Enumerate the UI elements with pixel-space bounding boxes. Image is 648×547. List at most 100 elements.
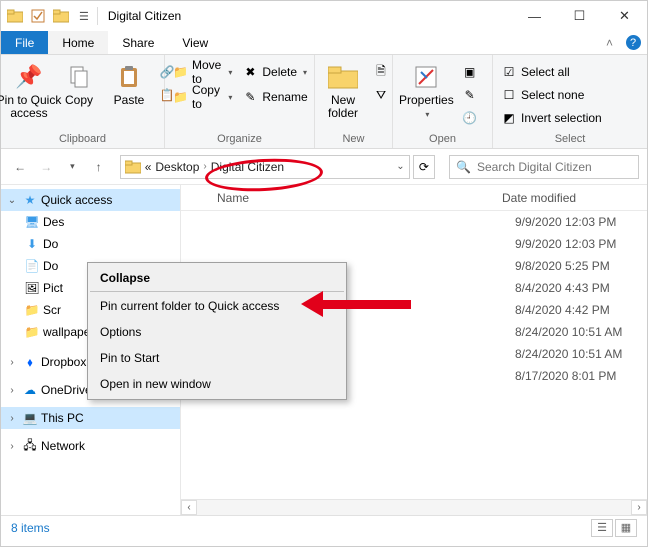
select-all-icon: ☑ [501,64,517,80]
properties-button[interactable]: Properties▾ [399,59,454,121]
tab-share[interactable]: Share [108,31,168,54]
folder-icon [7,9,23,23]
search-icon: 🔍 [456,160,471,174]
recent-dropdown[interactable]: ▾ [61,155,83,179]
tree-downloads[interactable]: ⬇Do [1,233,180,255]
pin-to-quick-access-button[interactable]: 📌Pin to Quick access [7,59,51,120]
list-item[interactable]: 9/9/2020 12:03 PM [181,233,647,255]
refresh-button[interactable]: ⟳ [413,155,435,179]
open-icon: ▣ [462,64,478,80]
tree-network[interactable]: ›🖧Network [1,435,180,457]
item-count: 8 items [11,521,50,535]
rename-button[interactable]: ✎Rename [240,86,309,108]
downloads-icon: ⬇ [23,236,41,252]
group-label: Select [493,133,647,148]
tab-home[interactable]: Home [48,31,108,54]
dropbox-icon: ⬧ [21,354,39,370]
details-view-button[interactable]: ☰ [591,519,613,537]
qat-overflow[interactable]: ☰ [79,10,89,23]
copy-to-button[interactable]: 📁Copy to▾ [171,86,234,108]
cloud-icon: ☁ [21,382,39,398]
back-button[interactable]: ← [9,155,31,179]
ctx-pin-start[interactable]: Pin to Start [90,345,344,371]
chevron-down-icon[interactable]: ⌄ [5,195,19,206]
new-folder-button[interactable]: New folder [321,59,365,120]
thumbnails-view-button[interactable]: ▦ [615,519,637,537]
minimize-button[interactable]: — [512,1,557,31]
maximize-button[interactable]: ☐ [557,1,602,31]
column-date[interactable]: Date modified [502,191,576,205]
delete-button[interactable]: ✖Delete▾ [240,61,309,83]
chevron-right-icon[interactable]: › [5,413,19,424]
group-label: Open [393,133,492,148]
paste-icon [113,61,145,93]
up-button[interactable]: ↑ [88,155,110,179]
scroll-right-button[interactable]: › [631,500,647,515]
delete-icon: ✖ [242,64,258,80]
search-input[interactable] [477,160,632,174]
tree-this-pc[interactable]: ›💻This PC [1,407,180,429]
move-to-button[interactable]: 📁Move to▾ [171,61,234,83]
pin-icon: 📌 [13,61,45,93]
select-none-button[interactable]: ☐Select none [499,84,604,106]
ribbon-tabs: File Home Share View ˄ ? [1,31,647,55]
copyto-icon: 📁 [173,89,188,105]
title-bar: ☰ Digital Citizen — ☐ ✕ [1,1,647,31]
chevron-right-icon[interactable]: › [5,441,19,452]
properties-icon [410,61,442,93]
chevron-right-icon[interactable]: › [5,357,19,368]
ribbon: 📌Pin to Quick access Copy Paste 🔗 📋 Clip… [1,55,647,149]
minimize-ribbon-icon[interactable]: ˄ [606,31,613,54]
tree-desktop[interactable]: 🖥Des [1,211,180,233]
chevron-right-icon[interactable]: › [203,161,206,172]
column-headers[interactable]: Name Date modified [181,185,647,211]
breadcrumb-overflow[interactable]: « [145,160,152,174]
easy-access-button[interactable]: ⛛ [371,84,391,106]
tab-view[interactable]: View [168,31,222,54]
group-label: Organize [165,133,314,148]
search-box[interactable]: 🔍 [449,155,639,179]
ctx-options[interactable]: Options [90,319,344,345]
network-icon: 🖧 [21,438,39,454]
invert-selection-button[interactable]: ◩Invert selection [499,107,604,129]
history-button[interactable]: 🕘 [460,107,480,129]
horizontal-scrollbar[interactable]: ‹ › [181,499,647,515]
select-none-icon: ☐ [501,87,517,103]
help-button[interactable]: ? [619,31,647,54]
navigation-toolbar: ← → ▾ ↑ « Desktop › Digital Citizen ⌄ ⟳ … [1,149,647,185]
group-label: Clipboard [1,133,164,148]
pc-icon: 💻 [21,410,39,426]
tab-file[interactable]: File [1,31,48,54]
new-item-icon: 🗎 [373,64,389,80]
group-label: New [315,133,392,148]
history-icon: 🕘 [462,110,478,126]
forward-button[interactable]: → [35,155,57,179]
open-button[interactable]: ▣ [460,61,480,83]
close-button[interactable]: ✕ [602,1,647,31]
ctx-pin-quick-access[interactable]: Pin current folder to Quick access [90,293,344,319]
scroll-left-button[interactable]: ‹ [181,500,197,515]
window-title: Digital Citizen [108,9,181,23]
copy-button[interactable]: Copy [57,59,101,107]
new-folder-icon [327,61,359,93]
breadcrumb-desktop[interactable]: Desktop [155,160,199,174]
context-menu: Collapse Pin current folder to Quick acc… [87,262,347,400]
new-item-button[interactable]: 🗎 [371,61,391,83]
address-dropdown-icon[interactable]: ⌄ [396,161,404,172]
list-item[interactable]: 9/9/2020 12:03 PM [181,211,647,233]
qat-checkbox-icon[interactable] [31,9,45,23]
qat-dropdown-icon[interactable] [53,9,69,23]
invert-icon: ◩ [501,110,517,126]
address-bar[interactable]: « Desktop › Digital Citizen ⌄ [120,155,410,179]
rename-icon: ✎ [242,89,258,105]
tree-quick-access[interactable]: ⌄★Quick access [1,189,180,211]
edit-button[interactable]: ✎ [460,84,480,106]
chevron-right-icon[interactable]: › [5,385,19,396]
paste-button[interactable]: Paste [107,59,151,107]
breadcrumb-current[interactable]: Digital Citizen [211,160,284,174]
select-all-button[interactable]: ☑Select all [499,61,604,83]
ctx-open-new-window[interactable]: Open in new window [90,371,344,397]
ctx-collapse[interactable]: Collapse [90,265,344,292]
column-name[interactable]: Name [217,191,502,205]
star-icon: ★ [21,192,39,208]
